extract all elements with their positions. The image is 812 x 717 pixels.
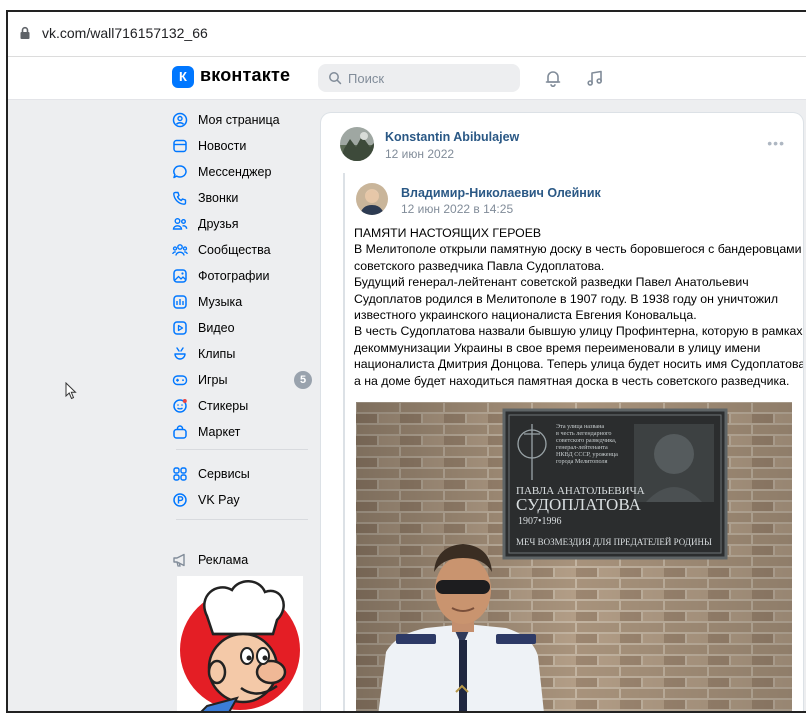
sidebar-item-label: Видео <box>198 321 235 335</box>
post-text-line: ПАМЯТИ НАСТОЯЩИХ ГЕРОЕВ <box>354 226 542 240</box>
sidebar-item-label: Игры <box>198 373 228 387</box>
post-text-line: националиста Дмитрия Донцова. Теперь ули… <box>354 357 803 372</box>
plaque-small-text: в честь легендарного <box>556 430 612 437</box>
post-text-line: а на доме будет находиться памятная доск… <box>354 373 790 388</box>
lock-icon <box>20 26 30 39</box>
sidebar-item-label: Друзья <box>198 217 239 231</box>
communities-icon <box>172 244 188 256</box>
music-icon <box>173 295 187 309</box>
sidebar-item-messenger[interactable]: Мессенджер <box>172 159 312 185</box>
sidebar-item-label: Музыка <box>198 295 243 309</box>
vkpay-icon <box>173 493 187 507</box>
plaque-small-text: города Мелитополя <box>556 458 608 465</box>
sticker-icon <box>173 399 187 413</box>
sidebar-item-friends[interactable]: Друзья <box>172 211 312 237</box>
sidebar-item-label: Мессенджер <box>198 165 272 179</box>
post-text-line: Будущий генерал-лейтенант советской разв… <box>354 275 749 290</box>
plaque-small-text: генерал-лейтенанта <box>556 444 608 451</box>
repost-author-avatar[interactable] <box>356 183 388 215</box>
sidebar-item-clips[interactable]: Клипы <box>172 341 312 367</box>
music-note-icon[interactable] <box>586 69 604 87</box>
message-icon <box>173 165 187 179</box>
post-text-line: декоммунизации Украины в свое время пере… <box>354 340 761 355</box>
url-text[interactable]: vk.com/wall716157132_66 <box>42 25 208 41</box>
gamepad-icon <box>172 375 188 386</box>
sidebar-item-music[interactable]: Музыка <box>172 289 312 315</box>
video-icon <box>173 321 187 335</box>
post-author-name[interactable]: Konstantin Abibulajew <box>385 130 519 144</box>
photo-icon <box>173 269 187 283</box>
sidebar-item-label: Новости <box>198 139 247 153</box>
post-text: ПАМЯТИ НАСТОЯЩИХ ГЕРОЕВ В Мелитополе отк… <box>354 225 803 389</box>
sidebar-item-label: Фотографии <box>198 269 270 283</box>
sidebar-divider <box>176 449 308 450</box>
vk-logo-text[interactable]: вконтакте <box>200 65 290 86</box>
post-card: Konstantin Abibulajew 12 июн 2022 ••• Вл… <box>321 113 803 711</box>
repost-author-name[interactable]: Владимир-Николаевич Олейник <box>401 186 601 200</box>
author-avatar[interactable] <box>340 127 374 161</box>
post-text-line: Судоплатов родился в Мелитополе в 1907 г… <box>354 291 779 306</box>
phone-icon <box>173 191 187 205</box>
sidebar-item-vk-pay[interactable]: VK Pay <box>172 487 312 513</box>
sidebar-item-photos[interactable]: Фотографии <box>172 263 312 289</box>
sidebar-item-label: VK Pay <box>198 493 240 507</box>
sidebar-item-market[interactable]: Маркет <box>172 419 312 445</box>
sidebar-divider <box>176 519 308 520</box>
plaque-years: 1907•1996 <box>518 516 562 527</box>
sidebar-item-video[interactable]: Видео <box>172 315 312 341</box>
repost-indicator-line <box>343 173 345 711</box>
vk-logo-icon[interactable]: К <box>172 66 194 88</box>
post-text-line: известного украинского националиста Евге… <box>354 308 697 323</box>
repost-date[interactable]: 12 июн 2022 в 14:25 <box>401 202 513 216</box>
sidebar-item-label: Стикеры <box>198 399 249 413</box>
sidebar-item-communities[interactable]: Сообщества <box>172 237 312 263</box>
post-text-line: В Мелитополе открыли памятную доску в че… <box>354 242 802 257</box>
mouse-cursor-icon <box>65 382 77 400</box>
sidebar-item-label: Маркет <box>198 425 241 439</box>
post-date[interactable]: 12 июн 2022 <box>385 147 454 161</box>
sidebar-item-calls[interactable]: Звонки <box>172 185 312 211</box>
market-icon <box>173 425 187 439</box>
games-count-badge: 5 <box>294 371 312 389</box>
friends-icon <box>172 218 188 230</box>
sidebar-item-label: Сообщества <box>198 243 271 257</box>
address-bar[interactable]: vk.com/wall716157132_66 <box>8 12 806 57</box>
services-icon <box>173 467 187 481</box>
search-icon <box>329 72 342 85</box>
sidebar-item-services[interactable]: Сервисы <box>172 461 312 487</box>
sidebar-item-label: Сервисы <box>198 467 250 481</box>
sidebar-item-label: Звонки <box>198 191 239 205</box>
megaphone-icon <box>173 553 185 567</box>
browser-window: vk.com/wall716157132_66 К вконтакте Моя … <box>6 10 806 713</box>
chef-mascot-image <box>177 576 303 711</box>
sidebar-item-label: Клипы <box>198 347 236 361</box>
sidebar-item-games[interactable]: Игры 5 <box>172 367 312 393</box>
bell-icon[interactable] <box>544 69 562 87</box>
plaque-small-text: НКВД СССР, уроженца <box>556 451 618 458</box>
plaque-motto: МЕЧ ВОЗМЕЗДИЯ ДЛЯ ПРЕДАТЕЛЕЙ РОДИНЫ <box>516 537 712 547</box>
clips-icon <box>174 347 186 360</box>
news-icon <box>173 139 187 153</box>
sidebar-item-news[interactable]: Новости <box>172 133 312 159</box>
search-input[interactable] <box>318 64 520 92</box>
sidebar-item-stickers[interactable]: Стикеры <box>172 393 312 419</box>
post-photo[interactable]: Эта улица названа в честь легендарного с… <box>356 402 792 711</box>
sidebar-ad-banner[interactable] <box>177 576 303 711</box>
sidebar-item-my-page[interactable]: Моя страница <box>172 107 312 133</box>
user-circle-icon <box>172 112 188 128</box>
sidebar-item-label: Моя страница <box>198 113 280 127</box>
post-text-line: советского разведчика Павла Судоплатова. <box>354 258 605 273</box>
vk-header: К вконтакте <box>8 57 806 100</box>
sidebar-item-label: Реклама <box>198 553 249 567</box>
plaque-name-line2: СУДОПЛАТОВА <box>516 495 642 514</box>
plaque-small-text: советского разведчика, <box>556 437 617 444</box>
sidebar-item-ads[interactable]: Реклама <box>172 547 312 573</box>
more-options-icon[interactable]: ••• <box>767 135 785 151</box>
post-text-line: В честь Судоплатова назвали бывшую улицу… <box>354 324 803 339</box>
plaque-small-text: Эта улица названа <box>556 423 604 430</box>
